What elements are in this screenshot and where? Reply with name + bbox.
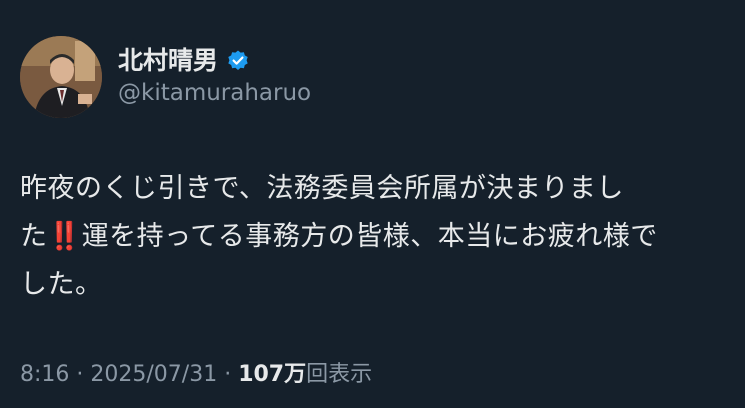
tweet-text-line-2-suffix: 運を持ってる事務方の皆様、本当にお疲れ様で (81, 221, 658, 252)
verified-badge-icon[interactable] (226, 49, 250, 73)
tweet-header: 北村晴男 @kitamuraharuo (20, 36, 311, 118)
display-name[interactable]: 北村晴男 (118, 46, 218, 76)
tweet-date[interactable]: 2025/07/31 (90, 362, 217, 387)
tweet-text-line-2-prefix: た (20, 221, 48, 252)
tweet-text-line-2: た‼️運を持ってる事務方の皆様、本当にお疲れ様で (20, 213, 732, 261)
tweet: 北村晴男 @kitamuraharuo 昨夜のくじ引きで、法務委員会所属が決まり… (0, 0, 745, 408)
tweet-text: 昨夜のくじ引きで、法務委員会所属が決まりまし た‼️運を持ってる事務方の皆様、本… (20, 165, 732, 309)
meta-separator-2: · (217, 362, 239, 387)
tweet-text-line-1: 昨夜のくじ引きで、法務委員会所属が決まりまし (20, 173, 624, 204)
tweet-time[interactable]: 8:16 (20, 362, 69, 387)
double-exclamation-emoji: ‼️ (47, 221, 82, 252)
user-handle[interactable]: @kitamuraharuo (118, 80, 311, 108)
author-names: 北村晴男 @kitamuraharuo (118, 46, 311, 108)
avatar-image (20, 36, 102, 118)
display-name-row: 北村晴男 (118, 46, 311, 76)
meta-separator-1: · (69, 362, 91, 387)
avatar[interactable] (20, 36, 102, 118)
tweet-text-line-3: した。 (20, 269, 103, 300)
views-count[interactable]: 107万 (238, 362, 306, 387)
tweet-meta: 8:16 · 2025/07/31 · 107万回表示 (20, 356, 372, 388)
views-label: 回表示 (306, 362, 373, 387)
